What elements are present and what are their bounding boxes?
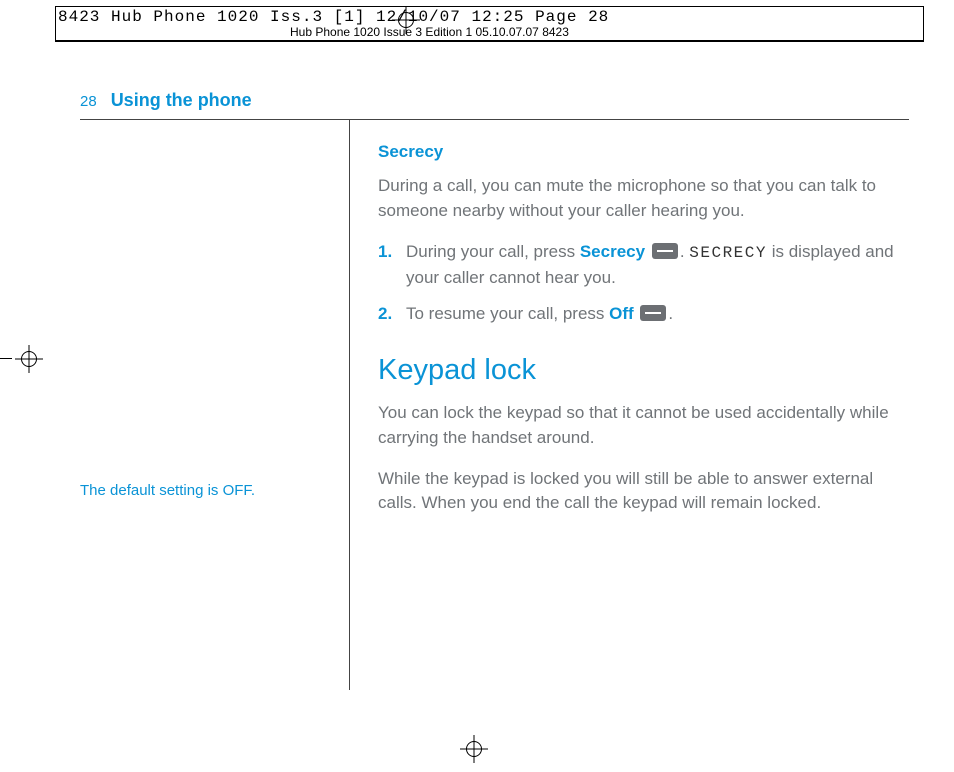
heading-keypad-lock: Keypad lock (378, 354, 909, 387)
keypad-p1: You can lock the keypad so that it canno… (378, 401, 909, 450)
margin-column: The default setting is OFF. (80, 120, 350, 690)
page-content: 28 Using the phone The default setting i… (80, 90, 909, 692)
trim-line (923, 6, 924, 42)
section-title: Using the phone (111, 90, 252, 111)
softkey-icon (652, 243, 678, 259)
body-column: Secrecy During a call, you can mute the … (350, 120, 909, 690)
subheading-secrecy: Secrecy (378, 142, 909, 162)
step-text: . (680, 242, 689, 261)
step-1: 1. During your call, press Secrecy . SEC… (378, 239, 909, 291)
page-number: 28 (80, 93, 97, 110)
softkey-label: Off (609, 304, 634, 323)
secrecy-steps: 1. During your call, press Secrecy . SEC… (378, 239, 909, 326)
trim-line (55, 40, 924, 42)
softkey-icon (640, 305, 666, 321)
trim-line (55, 6, 924, 7)
prepress-status-line: 8423 Hub Phone 1020 Iss.3 [1] 12/10/07 1… (58, 8, 609, 26)
registration-mark-icon (392, 6, 420, 34)
registration-mark-icon (15, 345, 43, 373)
registration-mark-icon (460, 735, 488, 763)
crop-tick (0, 358, 12, 359)
secrecy-intro: During a call, you can mute the micropho… (378, 174, 909, 223)
step-2: 2. To resume your call, press Off . (378, 301, 909, 327)
step-text: . (668, 304, 673, 323)
keypad-p2: While the keypad is locked you will stil… (378, 467, 909, 516)
trim-line (55, 6, 56, 42)
two-column-layout: The default setting is OFF. Secrecy Duri… (80, 120, 909, 690)
display-text: SECRECY (689, 244, 767, 262)
step-number: 1. (378, 239, 392, 265)
step-text: During your call, press (406, 242, 580, 261)
prepress-mid-line: Hub Phone 1020 Issue 3 Edition 1 05.10.0… (290, 25, 569, 39)
side-note: The default setting is OFF. (80, 480, 331, 502)
step-number: 2. (378, 301, 392, 327)
running-header: 28 Using the phone (80, 90, 909, 111)
step-text: To resume your call, press (406, 304, 609, 323)
softkey-label: Secrecy (580, 242, 645, 261)
